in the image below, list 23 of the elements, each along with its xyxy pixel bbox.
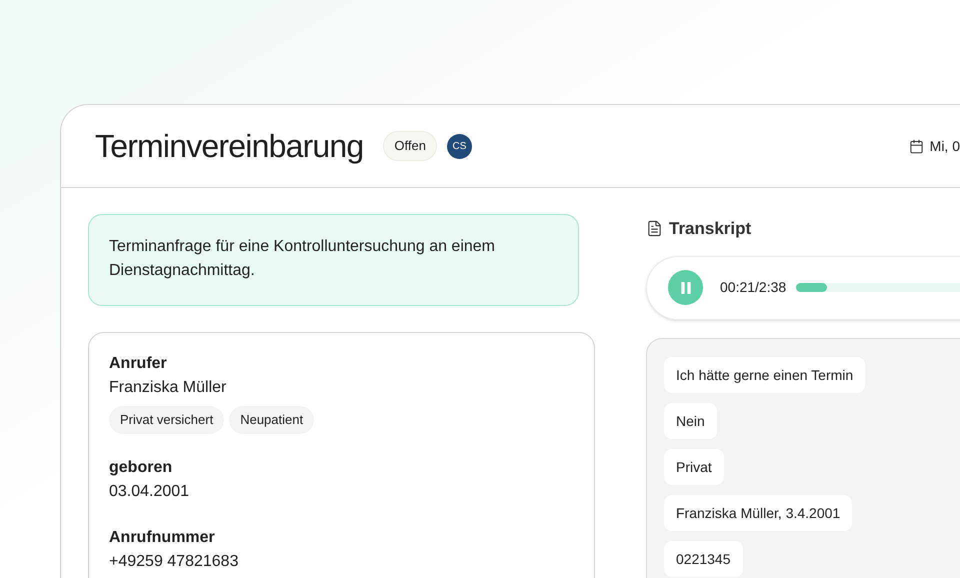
pause-button[interactable] — [668, 270, 703, 305]
date-text: Mi, 0 — [930, 136, 960, 156]
page-title: Terminvereinbarung — [95, 130, 364, 162]
field-value: Franziska Müller — [109, 378, 228, 398]
user-avatar: CS — [446, 134, 472, 158]
section-title: Transkript — [669, 218, 752, 240]
document-icon — [646, 220, 663, 238]
message-bubble: Ich hätte gerne einen Termin — [664, 356, 866, 392]
field-label: Anrufer — [109, 354, 168, 374]
calendar-icon — [908, 138, 924, 154]
message-bubble: Franziska Müller, 3.4.2001 — [664, 494, 852, 530]
message-bubble: 0221345 — [664, 540, 743, 576]
field-value: +49259 47821683 — [109, 552, 240, 572]
tag: Neupatient — [229, 406, 314, 434]
field-label: Anrufnummer — [109, 528, 216, 548]
summary-box: Terminanfrage für eine Kontrolluntersuchung an einem Dienstagnachmittag. — [88, 214, 579, 306]
status-badge: Offen — [383, 131, 437, 161]
field-label: geboren — [109, 458, 174, 478]
message-bubble: Privat — [664, 448, 724, 484]
time-text: 00:21/2:38 — [720, 278, 786, 297]
tag: Privat versichert — [109, 406, 224, 434]
field-value: 03.04.2001 — [109, 482, 190, 502]
message-bubble: Nein — [664, 402, 717, 438]
